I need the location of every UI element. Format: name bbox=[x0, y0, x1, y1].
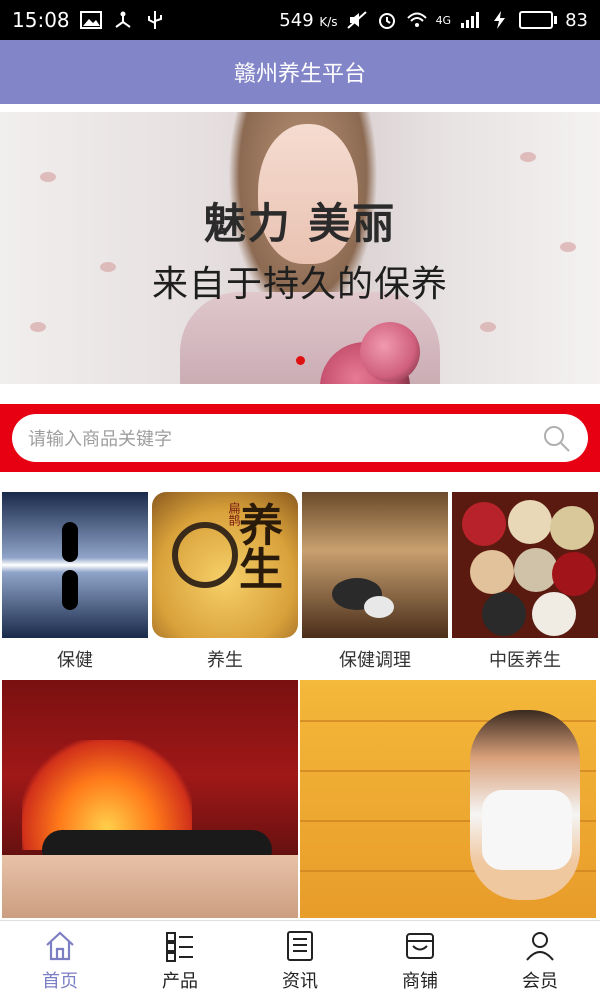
bottom-nav: 首页 产品 资讯 商铺 会员 bbox=[0, 920, 600, 1000]
usb-share-icon bbox=[115, 11, 131, 28]
search-placeholder: 请输入商品关键字 bbox=[28, 429, 172, 450]
category-item-baojian[interactable]: 保健 bbox=[2, 492, 148, 672]
category-label: 中医养生 bbox=[489, 650, 561, 671]
category-label: 保健调理 bbox=[339, 650, 411, 671]
nav-item-shop[interactable]: 商铺 bbox=[360, 921, 480, 1000]
network-speed: 549 K/s bbox=[279, 9, 338, 31]
list-icon bbox=[166, 931, 193, 962]
image-icon bbox=[79, 11, 102, 29]
category-image: 扁鹊 养生 bbox=[152, 492, 298, 638]
category-grid: 保健 扁鹊 养生 养生 保健调理 中医养生 bbox=[0, 492, 600, 672]
news-icon bbox=[287, 930, 313, 961]
alarm-icon bbox=[378, 13, 395, 29]
home-icon bbox=[46, 931, 74, 960]
category-image bbox=[302, 492, 448, 638]
search-bar: 请输入商品关键字 bbox=[0, 404, 600, 472]
category-item-zhongyi-yangsheng[interactable]: 中医养生 bbox=[452, 492, 598, 672]
nav-item-member[interactable]: 会员 bbox=[480, 921, 600, 1000]
nav-item-products[interactable]: 产品 bbox=[120, 921, 240, 1000]
clock: 15:08 bbox=[12, 8, 70, 32]
battery-percent: 83 bbox=[565, 9, 588, 31]
mute-icon bbox=[346, 11, 367, 29]
carousel-indicator[interactable] bbox=[296, 356, 305, 365]
charging-icon bbox=[494, 11, 506, 29]
nav-item-news[interactable]: 资讯 bbox=[240, 921, 360, 1000]
search-input[interactable]: 请输入商品关键字 bbox=[12, 414, 588, 462]
category-image bbox=[2, 492, 148, 638]
user-icon bbox=[526, 931, 554, 961]
signal-icon bbox=[461, 12, 480, 28]
nav-label: 商铺 bbox=[402, 970, 438, 992]
page-title: 赣州养生平台 bbox=[233, 62, 366, 87]
nav-label: 产品 bbox=[162, 970, 198, 992]
usb-icon bbox=[147, 11, 162, 29]
shop-icon bbox=[406, 932, 434, 959]
nav-label: 首页 bbox=[42, 970, 78, 992]
category-art-text: 养生 bbox=[231, 502, 282, 590]
nav-label: 资讯 bbox=[282, 970, 318, 992]
nav-item-home[interactable]: 首页 bbox=[0, 921, 120, 1000]
category-item-baojian-tiaoli[interactable]: 保健调理 bbox=[302, 492, 448, 672]
status-bar: 15:08 549 K/s 4G 83 bbox=[0, 0, 600, 40]
category-label: 保健 bbox=[57, 650, 93, 671]
category-item-yangsheng[interactable]: 扁鹊 养生 养生 bbox=[152, 492, 298, 672]
battery-icon bbox=[519, 11, 558, 29]
banner-headline: 魅力 美丽 bbox=[203, 199, 397, 248]
banner-subline: 来自于持久的保养 bbox=[151, 264, 448, 305]
category-label: 养生 bbox=[207, 650, 243, 671]
wifi-icon bbox=[406, 12, 427, 27]
network-type: 4G bbox=[435, 13, 452, 27]
nav-label: 会员 bbox=[522, 970, 558, 992]
featured-image-sauna[interactable] bbox=[300, 680, 596, 918]
featured-image-fire-therapy[interactable] bbox=[2, 680, 298, 918]
search-icon[interactable] bbox=[540, 422, 572, 454]
app-header: 赣州养生平台 bbox=[0, 40, 600, 104]
category-image bbox=[452, 492, 598, 638]
